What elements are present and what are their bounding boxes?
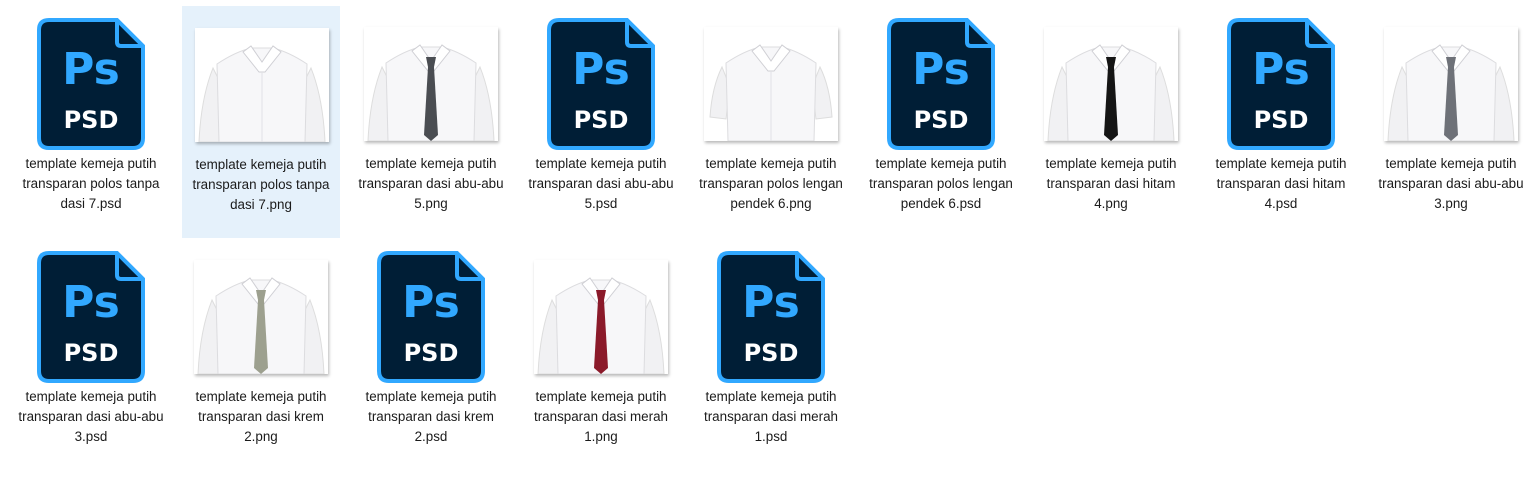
file-name-label: template kemeja putih transparan dasi ab…	[1378, 156, 1524, 211]
photoshop-file-icon: Ps PSD	[887, 18, 995, 150]
file-item[interactable]: Ps PSD template kemeja putih transparan da…	[1202, 6, 1360, 238]
file-item[interactable]: Ps PSD template kemeja putih transparan da…	[352, 239, 510, 471]
file-thumbnail: Ps PSD	[352, 247, 510, 387]
file-item[interactable]: template kemeja putih transparan polos l…	[692, 6, 850, 238]
file-thumbnail	[352, 14, 510, 154]
file-thumbnail: Ps PSD	[12, 247, 170, 387]
file-thumbnail	[182, 247, 340, 387]
file-name-label: template kemeja putih transparan dasi hi…	[1215, 156, 1347, 211]
file-name-label: template kemeja putih transparan dasi hi…	[1045, 156, 1177, 211]
psd-extension-text: PSD	[743, 339, 799, 367]
ps-logo-text: Ps	[1252, 44, 1310, 95]
psd-extension-text: PSD	[403, 339, 459, 367]
file-item[interactable]: template kemeja putih transparan dasi kr…	[182, 239, 340, 471]
psd-extension-text: PSD	[63, 106, 119, 134]
shirt-image-preview	[704, 27, 838, 141]
file-item[interactable]: Ps PSD template kemeja putih transparan da…	[692, 239, 850, 471]
file-thumbnail: Ps PSD	[862, 14, 1020, 154]
shirt-image-preview	[195, 28, 329, 142]
file-item[interactable]: template kemeja putih transparan dasi me…	[522, 239, 680, 471]
file-name-label: template kemeja putih transparan polos l…	[699, 156, 843, 211]
file-grid: Ps PSD template kemeja putih transparan po…	[0, 0, 1531, 503]
photoshop-file-icon: Ps PSD	[37, 251, 145, 383]
file-item[interactable]: template kemeja putih transparan dasi ab…	[1372, 6, 1530, 238]
shirt-image-preview	[194, 260, 328, 374]
shirt-image-preview	[364, 27, 498, 141]
file-thumbnail: Ps PSD	[522, 14, 680, 154]
ps-logo-text: Ps	[62, 277, 120, 328]
file-name-label: template kemeja putih transparan dasi me…	[534, 389, 668, 444]
file-thumbnail: Ps PSD	[692, 247, 850, 387]
file-item[interactable]: Ps PSD template kemeja putih transparan po…	[862, 6, 1020, 238]
file-thumbnail: Ps PSD	[12, 14, 170, 154]
shirt-image-preview	[1384, 27, 1518, 141]
file-thumbnail	[522, 247, 680, 387]
file-thumbnail: Ps PSD	[1202, 14, 1360, 154]
ps-logo-text: Ps	[402, 277, 460, 328]
photoshop-file-icon: Ps PSD	[377, 251, 485, 383]
ps-logo-text: Ps	[912, 44, 970, 95]
photoshop-file-icon: Ps PSD	[717, 251, 825, 383]
file-name-label: template kemeja putih transparan polos t…	[22, 156, 160, 211]
shirt-image-preview	[1044, 27, 1178, 141]
file-name-label: template kemeja putih transparan dasi me…	[704, 389, 838, 444]
file-name-label: template kemeja putih transparan dasi kr…	[195, 389, 327, 444]
file-item[interactable]: template kemeja putih transparan dasi hi…	[1032, 6, 1190, 238]
file-name-label: template kemeja putih transparan polos l…	[869, 156, 1013, 211]
file-thumbnail	[1032, 14, 1190, 154]
ps-logo-text: Ps	[62, 44, 120, 95]
psd-extension-text: PSD	[63, 339, 119, 367]
shirt-image-preview	[534, 260, 668, 374]
file-name-label: template kemeja putih transparan dasi ab…	[358, 156, 504, 211]
psd-extension-text: PSD	[573, 106, 629, 134]
file-item[interactable]: Ps PSD template kemeja putih transparan po…	[12, 6, 170, 238]
psd-extension-text: PSD	[1253, 106, 1309, 134]
psd-extension-text: PSD	[913, 106, 969, 134]
file-item[interactable]: template kemeja putih transparan polos t…	[182, 6, 340, 238]
file-item[interactable]: Ps PSD template kemeja putih transparan da…	[522, 6, 680, 238]
file-name-label: template kemeja putih transparan dasi ab…	[18, 389, 164, 444]
file-item[interactable]: template kemeja putih transparan dasi ab…	[352, 6, 510, 238]
photoshop-file-icon: Ps PSD	[37, 18, 145, 150]
ps-logo-text: Ps	[742, 277, 800, 328]
file-thumbnail	[692, 14, 850, 154]
file-thumbnail	[183, 15, 341, 155]
file-name-label: template kemeja putih transparan dasi ab…	[528, 156, 674, 211]
file-name-label: template kemeja putih transparan dasi kr…	[365, 389, 497, 444]
file-thumbnail	[1372, 14, 1530, 154]
photoshop-file-icon: Ps PSD	[1227, 18, 1335, 150]
file-name-label: template kemeja putih transparan polos t…	[192, 157, 330, 212]
photoshop-file-icon: Ps PSD	[547, 18, 655, 150]
file-item[interactable]: Ps PSD template kemeja putih transparan da…	[12, 239, 170, 471]
ps-logo-text: Ps	[572, 44, 630, 95]
